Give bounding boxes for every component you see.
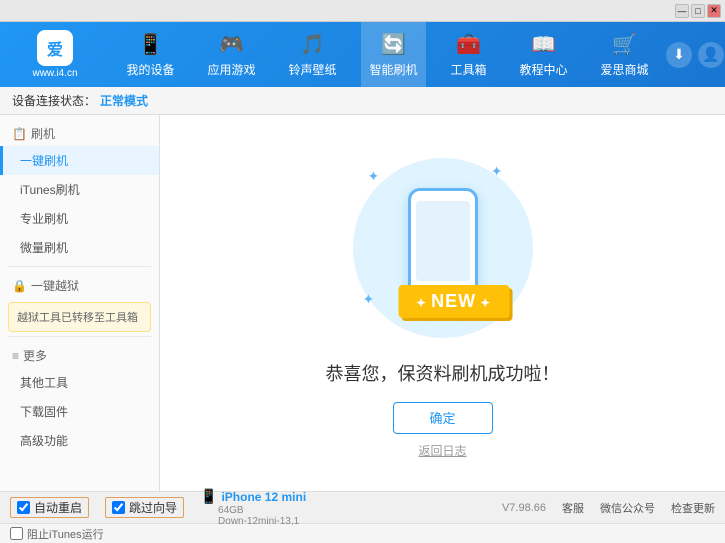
close-button[interactable]: ✕: [707, 4, 721, 18]
nav-smart-flash[interactable]: 🔄 智能刷机: [361, 22, 425, 87]
sidebar-item-other-tools[interactable]: 其他工具: [0, 368, 159, 397]
itunes-text: 阻止iTunes运行: [27, 526, 104, 542]
header: 爱 www.i4.cn 📱 我的设备 🎮 应用游戏 🎵 铃声壁纸 🔄 智能刷机 …: [0, 22, 725, 87]
pro-flash-label: 专业刷机: [20, 210, 68, 227]
back-link[interactable]: 返回日志: [418, 442, 466, 459]
more-section-icon: ≡: [12, 349, 19, 363]
flash-section-icon: 📋: [12, 127, 27, 141]
sidebar-section-jailbreak: 🔒 一键越狱: [0, 271, 159, 298]
success-illustration: ✦ ✦ ✦ NEW: [343, 148, 543, 348]
nav-ringtones[interactable]: 🎵 铃声壁纸: [280, 22, 344, 87]
skip-guide-checkbox-label[interactable]: 跳过向导: [105, 497, 184, 518]
ringtones-icon: 🎵: [300, 32, 325, 57]
auto-restart-checkbox[interactable]: [17, 501, 30, 514]
minimize-button[interactable]: —: [675, 4, 689, 18]
device-info: 📱 iPhone 12 mini 64GB Down-12mini-13,1: [200, 488, 306, 527]
nav-store-label: 爱思商城: [600, 61, 648, 78]
sidebar: 📋 刷机 一键刷机 iTunes刷机 专业刷机 微量刷机 🔒 一键越狱 越狱工具…: [0, 115, 160, 491]
jailbreak-section-label: 一键越狱: [31, 277, 79, 294]
user-button[interactable]: 👤: [698, 42, 724, 68]
sidebar-section-more: ≡ 更多: [0, 341, 159, 368]
sidebar-item-one-click-flash[interactable]: 一键刷机: [0, 146, 159, 175]
nav-apps-label: 应用游戏: [207, 61, 255, 78]
nav-my-device-label: 我的设备: [126, 61, 174, 78]
check-update-link[interactable]: 检查更新: [671, 500, 715, 516]
skip-guide-checkbox[interactable]: [112, 501, 125, 514]
nav-store[interactable]: 🛒 爱思商城: [592, 22, 656, 87]
itunes-checkbox[interactable]: [10, 527, 23, 540]
status-label: 设备连接状态：: [12, 92, 96, 109]
itunes-label[interactable]: 阻止iTunes运行: [10, 526, 104, 542]
store-icon: 🛒: [612, 32, 637, 57]
nav-apps[interactable]: 🎮 应用游戏: [199, 22, 263, 87]
nav-tutorial-label: 教程中心: [519, 61, 567, 78]
sidebar-item-advanced[interactable]: 高级功能: [0, 426, 159, 455]
device-name: iPhone 12 mini: [221, 490, 306, 504]
new-badge: NEW: [398, 285, 509, 318]
skip-guide-label: 跳过向导: [129, 499, 177, 516]
bottom-bar: 自动重启 跳过向导 📱 iPhone 12 mini 64GB Down-12m…: [0, 491, 725, 523]
advanced-label: 高级功能: [20, 432, 68, 449]
customer-service-link[interactable]: 客服: [562, 500, 584, 516]
ota-flash-label: 微量刷机: [20, 239, 68, 256]
version-label: V7.98.66: [502, 502, 546, 514]
nav-tutorial[interactable]: 📖 教程中心: [511, 22, 575, 87]
nav-toolbox-label: 工具箱: [450, 61, 486, 78]
logo-text: www.i4.cn: [32, 68, 77, 79]
download-firmware-label: 下载固件: [20, 403, 68, 420]
sidebar-item-download-firmware[interactable]: 下载固件: [0, 397, 159, 426]
sparkle-icon-3: ✦: [363, 291, 375, 308]
sparkle-icon-1: ✦: [368, 168, 380, 185]
header-right: ⬇ 👤: [665, 42, 725, 68]
smart-flash-icon: 🔄: [381, 32, 406, 57]
apps-icon: 🎮: [219, 32, 244, 57]
tutorial-icon: 📖: [531, 32, 556, 57]
app-logo: 爱: [37, 30, 73, 66]
more-section-label: 更多: [23, 347, 47, 364]
sidebar-item-pro-flash[interactable]: 专业刷机: [0, 204, 159, 233]
itunes-flash-label: iTunes刷机: [20, 181, 80, 198]
device-storage: 64GB: [200, 505, 306, 516]
status-bar: 设备连接状态： 正常模式: [0, 87, 725, 115]
title-bar: — □ ✕: [0, 0, 725, 22]
auto-restart-checkbox-label[interactable]: 自动重启: [10, 497, 89, 518]
sidebar-item-itunes-flash[interactable]: iTunes刷机: [0, 175, 159, 204]
jailbreak-warning-text: 越狱工具已转移至工具箱: [17, 312, 138, 324]
status-value: 正常模式: [100, 92, 148, 109]
phone-device-icon: 📱: [200, 488, 217, 505]
toolbox-icon: 🧰: [456, 32, 481, 57]
nav-bar: 📱 我的设备 🎮 应用游戏 🎵 铃声壁纸 🔄 智能刷机 🧰 工具箱 📖 教程中心…: [110, 22, 665, 87]
wechat-link[interactable]: 微信公众号: [600, 500, 655, 516]
sidebar-divider-1: [8, 266, 151, 267]
sidebar-section-flash: 📋 刷机: [0, 119, 159, 146]
main-layout: 📋 刷机 一键刷机 iTunes刷机 专业刷机 微量刷机 🔒 一键越狱 越狱工具…: [0, 115, 725, 491]
sidebar-item-ota-flash[interactable]: 微量刷机: [0, 233, 159, 262]
nav-smart-flash-label: 智能刷机: [369, 61, 417, 78]
jailbreak-lock-icon: 🔒: [12, 279, 27, 293]
logo-area: 爱 www.i4.cn: [0, 30, 110, 79]
success-title: 恭喜您，保资料刷机成功啦！: [326, 360, 560, 386]
nav-my-device[interactable]: 📱 我的设备: [118, 22, 182, 87]
sidebar-divider-2: [8, 336, 151, 337]
one-click-flash-label: 一键刷机: [20, 152, 68, 169]
confirm-button[interactable]: 确定: [393, 402, 493, 434]
main-content: ✦ ✦ ✦ NEW 恭喜您，保资料刷机成功啦！ 确定 返回日志: [160, 115, 725, 491]
auto-restart-label: 自动重启: [34, 499, 82, 516]
flash-section-label: 刷机: [31, 125, 55, 142]
device-model: Down-12mini-13,1: [200, 516, 306, 527]
sparkle-icon-2: ✦: [491, 163, 503, 180]
other-tools-label: 其他工具: [20, 374, 68, 391]
nav-toolbox[interactable]: 🧰 工具箱: [442, 22, 494, 87]
jailbreak-warning: 越狱工具已转移至工具箱: [8, 302, 151, 332]
phone-screen: [416, 201, 470, 281]
nav-ringtones-label: 铃声壁纸: [288, 61, 336, 78]
maximize-button[interactable]: □: [691, 4, 705, 18]
my-device-icon: 📱: [138, 32, 163, 57]
very-bottom-bar: 阻止iTunes运行: [0, 523, 725, 543]
download-button[interactable]: ⬇: [666, 42, 692, 68]
